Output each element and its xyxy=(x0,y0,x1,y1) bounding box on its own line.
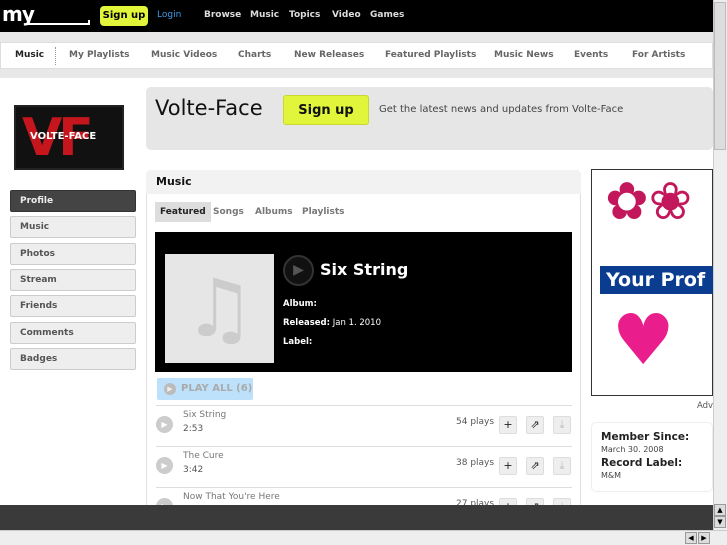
horizontal-scrollbar[interactable] xyxy=(0,530,727,545)
artist-logo-text: VOLTE-FACE xyxy=(30,131,97,142)
released-value: Jan 1. 2010 xyxy=(332,318,381,328)
song-row: ▶ Six String 2:53 54 plays + ⇗ ⤓ xyxy=(156,405,572,446)
subnav-charts[interactable]: Charts xyxy=(238,50,271,60)
scroll-left-icon[interactable]: ◀ xyxy=(685,532,697,544)
play-icon[interactable]: ▶ xyxy=(156,457,173,474)
song-duration: 2:53 xyxy=(183,424,204,434)
scroll-down-icon[interactable]: ▼ xyxy=(714,516,726,528)
featured-record-label: Label: xyxy=(283,337,312,347)
tab-songs[interactable]: Songs xyxy=(208,202,249,222)
subnav-separator xyxy=(55,47,56,65)
flower-graphic: ✿❀ xyxy=(605,172,693,232)
member-since-value: March 30. 2008 xyxy=(601,445,664,454)
nav-browse[interactable]: Browse xyxy=(204,10,241,20)
artist-logo: VF VOLTE-FACE xyxy=(14,105,124,170)
sidebar-item-stream[interactable]: Stream xyxy=(10,269,136,291)
login-link[interactable]: Login xyxy=(157,10,181,20)
site-logo-mark xyxy=(28,20,90,25)
song-row: ▶ The Cure 3:42 38 plays + ⇗ ⤓ xyxy=(156,446,572,487)
music-panel-title: Music xyxy=(156,175,192,188)
song-plays: 54 plays xyxy=(456,417,495,427)
play-icon[interactable]: ▶ xyxy=(283,255,314,286)
nav-topics[interactable]: Topics xyxy=(289,10,320,20)
tab-albums[interactable]: Albums xyxy=(250,202,298,222)
featured-album: Album: xyxy=(283,299,317,309)
signup-button-top[interactable]: Sign up xyxy=(100,6,148,26)
featured-song-title: Six String xyxy=(320,260,409,279)
artist-tagline: Get the latest news and updates from Vol… xyxy=(379,104,624,115)
share-icon[interactable]: ⇗ xyxy=(526,457,544,475)
sidebar-item-friends[interactable]: Friends xyxy=(10,295,136,317)
tab-featured[interactable]: Featured xyxy=(155,202,211,222)
sidebar-item-badges[interactable]: Badges xyxy=(10,348,136,370)
add-icon[interactable]: + xyxy=(499,457,517,475)
bottom-overlay-bar xyxy=(0,505,713,530)
signup-button[interactable]: Sign up xyxy=(283,95,369,125)
nav-video[interactable]: Video xyxy=(332,10,361,20)
scroll-right-icon[interactable]: ▶ xyxy=(698,532,710,544)
add-icon[interactable]: + xyxy=(499,416,517,434)
sidebar-item-photos[interactable]: Photos xyxy=(10,243,136,265)
released-label: Released: xyxy=(283,318,331,328)
nav-games[interactable]: Games xyxy=(370,10,404,20)
record-label-value: M&M xyxy=(601,471,622,480)
share-icon[interactable]: ⇗ xyxy=(526,416,544,434)
heart-graphic: ♥ xyxy=(612,299,675,381)
subnav-my-playlists[interactable]: My Playlists xyxy=(69,50,130,60)
member-since-label: Member Since: xyxy=(601,431,690,443)
play-icon: ▶ xyxy=(164,383,176,395)
vertical-scroll-thumb[interactable] xyxy=(714,2,726,150)
song-name[interactable]: Now That You're Here xyxy=(183,492,280,502)
subnav-music[interactable]: Music xyxy=(15,50,44,60)
music-panel-header xyxy=(146,170,581,194)
scroll-up-icon[interactable]: ▲ xyxy=(714,504,726,516)
sidebar-item-profile[interactable]: Profile xyxy=(10,190,136,212)
ad-text: Your Prof xyxy=(600,266,713,294)
subnav-new-releases[interactable]: New Releases xyxy=(294,50,364,60)
nav-music[interactable]: Music xyxy=(250,10,279,20)
music-note-icon: ♫ xyxy=(165,254,274,363)
record-label-label: Record Label: xyxy=(601,457,683,469)
subnav-music-videos[interactable]: Music Videos xyxy=(151,50,217,60)
download-icon[interactable]: ⤓ xyxy=(553,457,571,475)
subnav-for-artists[interactable]: For Artists xyxy=(632,50,685,60)
tab-playlists[interactable]: Playlists xyxy=(297,202,350,222)
song-duration: 3:42 xyxy=(183,465,204,475)
sidebar-item-comments[interactable]: Comments xyxy=(10,322,136,344)
ad-caption: Adv xyxy=(697,401,714,411)
download-icon[interactable]: ⤓ xyxy=(553,416,571,434)
sidebar-item-music[interactable]: Music xyxy=(10,216,136,238)
song-plays: 38 plays xyxy=(456,458,495,468)
song-name[interactable]: Six String xyxy=(183,410,226,420)
subnav-featured-playlists[interactable]: Featured Playlists xyxy=(385,50,476,60)
subnav-music-news[interactable]: Music News xyxy=(494,50,554,60)
subnav-events[interactable]: Events xyxy=(574,50,608,60)
featured-released: Released: Jan 1. 2010 xyxy=(283,318,381,328)
play-icon[interactable]: ▶ xyxy=(156,416,173,433)
artist-name: Volte-Face xyxy=(155,96,263,120)
song-name[interactable]: The Cure xyxy=(183,451,224,461)
album-label: Album: xyxy=(283,299,317,309)
label-label: Label: xyxy=(283,337,313,347)
